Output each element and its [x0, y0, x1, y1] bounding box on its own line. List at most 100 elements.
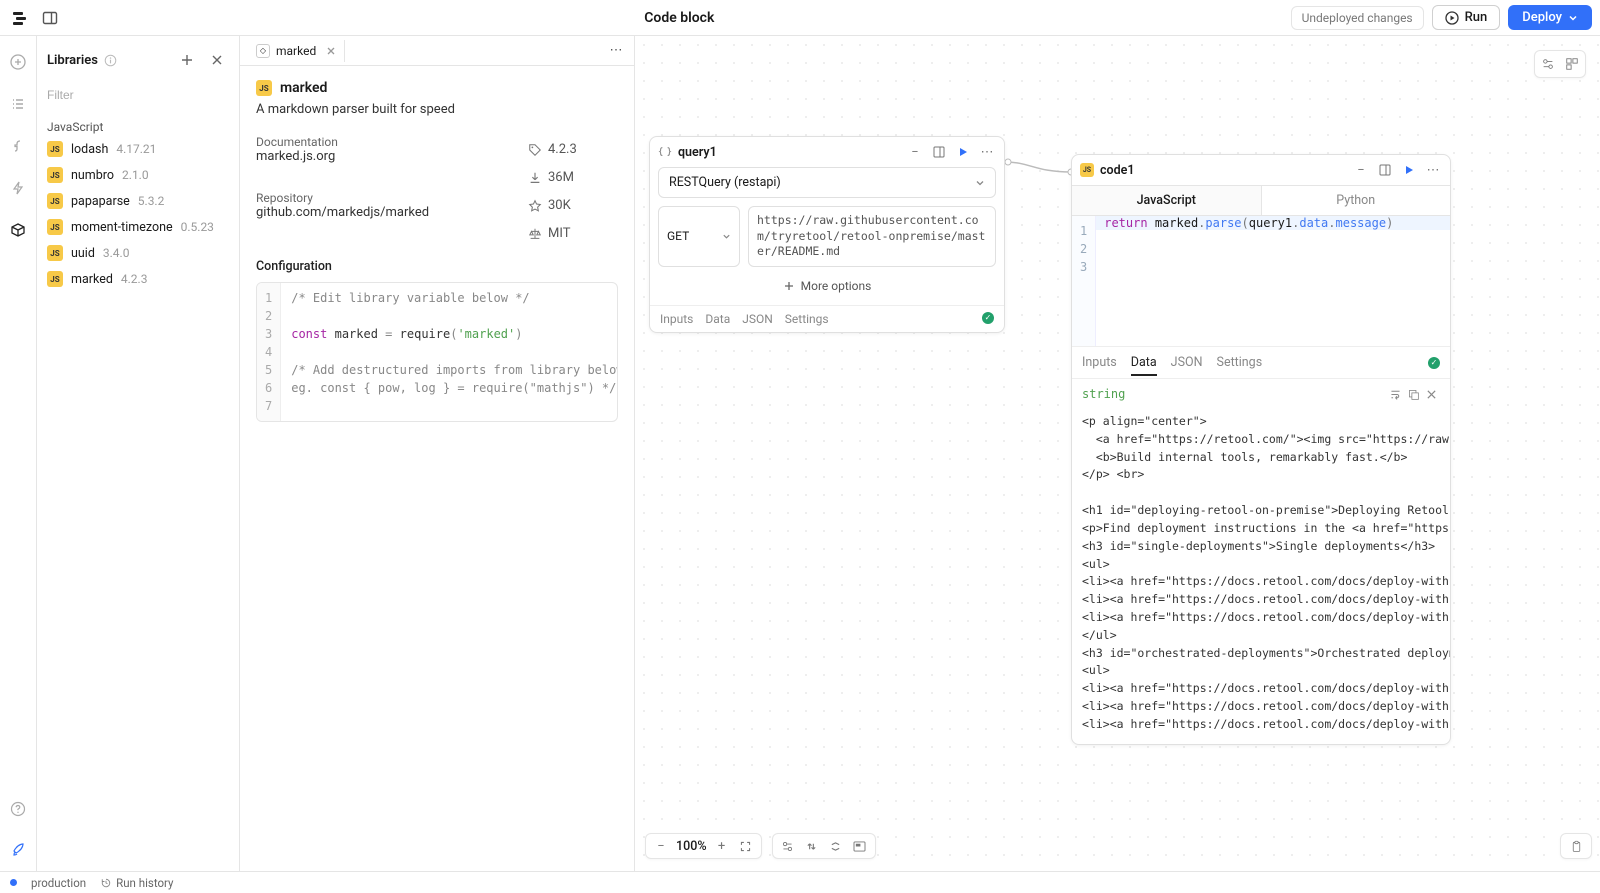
library-item-version: 0.5.23: [181, 220, 214, 234]
minimap-icon[interactable]: [851, 837, 869, 855]
url-input[interactable]: https://raw.githubusercontent.com/tryret…: [748, 206, 996, 267]
library-item-marked[interactable]: JSmarked4.2.3: [37, 266, 239, 292]
package-icon[interactable]: [6, 218, 30, 242]
more-options-toggle[interactable]: More options: [658, 275, 996, 297]
js-badge-icon: JS: [47, 271, 63, 287]
rocket-icon[interactable]: [6, 837, 30, 861]
repo-label: Repository: [256, 191, 528, 205]
blocks-icon[interactable]: [1563, 55, 1581, 73]
chevron-down-icon: [722, 232, 731, 241]
fit-screen-icon[interactable]: [737, 837, 755, 855]
more-icon[interactable]: ⋯: [978, 143, 996, 161]
config-code-editor[interactable]: 1234567 /* Edit library variable below *…: [256, 282, 618, 422]
code-editor[interactable]: 123 return marked.parse(query1.data.mess…: [1072, 216, 1450, 346]
run-button[interactable]: Run: [1432, 5, 1501, 30]
settings-toggle-icon[interactable]: [1539, 55, 1557, 73]
js-badge-icon: JS: [47, 167, 63, 183]
resource-select[interactable]: RESTQuery (restapi): [658, 167, 996, 198]
chevron-down-icon: [1568, 13, 1578, 23]
wrap-icon[interactable]: [1386, 385, 1404, 403]
canvas-bottom-toolbar: − 100% +: [645, 833, 876, 859]
connector-line: [1005, 152, 1075, 192]
logo-icon[interactable]: [8, 6, 32, 30]
zoom-in-icon[interactable]: +: [713, 837, 731, 855]
panel-toggle-icon[interactable]: [38, 6, 62, 30]
minimize-icon[interactable]: −: [1352, 161, 1370, 179]
tab-json[interactable]: JSON: [742, 312, 773, 326]
history-icon: [100, 877, 112, 889]
more-icon[interactable]: ⋯: [1424, 161, 1442, 179]
js-badge-icon: JS: [256, 80, 272, 96]
query-block-footer: Inputs Data JSON Settings ✓: [650, 305, 1004, 332]
cube-icon: ◇: [256, 44, 270, 58]
add-icon[interactable]: [6, 50, 30, 74]
close-sidebar-icon[interactable]: [205, 48, 229, 72]
lightning-icon[interactable]: [6, 176, 30, 200]
library-detail-panel: ◇ marked ⋯ JS marked A markdown parser b…: [240, 36, 635, 871]
deploy-button[interactable]: Deploy: [1508, 5, 1592, 30]
status-ok-icon: ✓: [982, 312, 994, 324]
copy-icon[interactable]: [1404, 385, 1422, 403]
clipboard-icon[interactable]: [1567, 837, 1585, 855]
library-item-moment-timezone[interactable]: JSmoment-timezone0.5.23: [37, 214, 239, 240]
docs-link[interactable]: marked.js.org: [256, 149, 528, 164]
detail-tab-marked[interactable]: ◇ marked: [248, 40, 345, 62]
env-status-dot: [10, 879, 17, 886]
libraries-sidebar: Libraries JavaScript JSlodash4.17.21JSnu…: [37, 36, 240, 871]
env-label[interactable]: production: [31, 876, 86, 890]
tab-settings[interactable]: Settings: [1217, 355, 1263, 370]
undeployed-chip[interactable]: Undeployed changes: [1291, 6, 1424, 30]
filter-input[interactable]: [45, 84, 231, 106]
method-select[interactable]: GET: [658, 206, 740, 267]
workflow-canvas[interactable]: query1 − ⋯ RESTQuery (restapi) GET: [635, 36, 1600, 871]
library-item-name: lodash: [71, 142, 108, 157]
tab-data[interactable]: Data: [705, 312, 730, 326]
tab-data[interactable]: Data: [1131, 355, 1157, 376]
minimize-icon[interactable]: −: [906, 143, 924, 161]
panel-icon[interactable]: [1376, 161, 1394, 179]
library-item-name: uuid: [71, 246, 95, 261]
function-icon[interactable]: [6, 134, 30, 158]
arrange-icon[interactable]: [803, 837, 821, 855]
stars-stat: 30K: [528, 191, 618, 220]
library-item-numbro[interactable]: JSnumbro2.1.0: [37, 162, 239, 188]
library-item-papaparse[interactable]: JSpapaparse5.3.2: [37, 188, 239, 214]
library-description: A markdown parser built for speed: [256, 102, 618, 117]
add-library-icon[interactable]: [175, 48, 199, 72]
collapse-icon[interactable]: [827, 837, 845, 855]
tab-json[interactable]: JSON: [1171, 355, 1203, 370]
js-badge-icon: JS: [47, 193, 63, 209]
close-output-icon[interactable]: [1422, 385, 1440, 403]
js-badge-icon: JS: [47, 219, 63, 235]
run-block-icon[interactable]: [1400, 161, 1418, 179]
tab-inputs[interactable]: Inputs: [660, 312, 693, 326]
run-block-icon[interactable]: [954, 143, 972, 161]
zoom-out-icon[interactable]: −: [652, 837, 670, 855]
version-stat: 4.2.3: [528, 135, 618, 164]
library-item-uuid[interactable]: JSuuid3.4.0: [37, 240, 239, 266]
run-history-button[interactable]: Run history: [100, 876, 173, 890]
tab-settings[interactable]: Settings: [785, 312, 829, 326]
help-icon[interactable]: [6, 797, 30, 821]
library-item-version: 2.1.0: [122, 168, 149, 182]
star-icon: [528, 199, 542, 213]
close-tab-icon[interactable]: [326, 46, 336, 56]
code-block[interactable]: JS code1 − ⋯ JavaScript Python 123 retur…: [1071, 154, 1451, 745]
js-badge-icon: JS: [1080, 163, 1094, 177]
docs-label: Documentation: [256, 135, 528, 149]
output-type: string: [1082, 387, 1125, 401]
sliders-icon[interactable]: [779, 837, 797, 855]
tab-inputs[interactable]: Inputs: [1082, 355, 1117, 370]
tab-python[interactable]: Python: [1262, 186, 1451, 215]
panel-icon[interactable]: [930, 143, 948, 161]
detail-more-icon[interactable]: ⋯: [604, 39, 628, 63]
repo-link[interactable]: github.com/markedjs/marked: [256, 205, 528, 220]
library-item-lodash[interactable]: JSlodash4.17.21: [37, 136, 239, 162]
left-rail: [0, 36, 37, 871]
zoom-level: 100%: [676, 839, 707, 854]
canvas-toolbar: [1534, 50, 1586, 78]
list-icon[interactable]: [6, 92, 30, 116]
query-block[interactable]: query1 − ⋯ RESTQuery (restapi) GET: [649, 136, 1005, 333]
tab-javascript[interactable]: JavaScript: [1072, 186, 1262, 215]
output-text[interactable]: <p align="center"> <a href="https://reto…: [1072, 409, 1450, 744]
